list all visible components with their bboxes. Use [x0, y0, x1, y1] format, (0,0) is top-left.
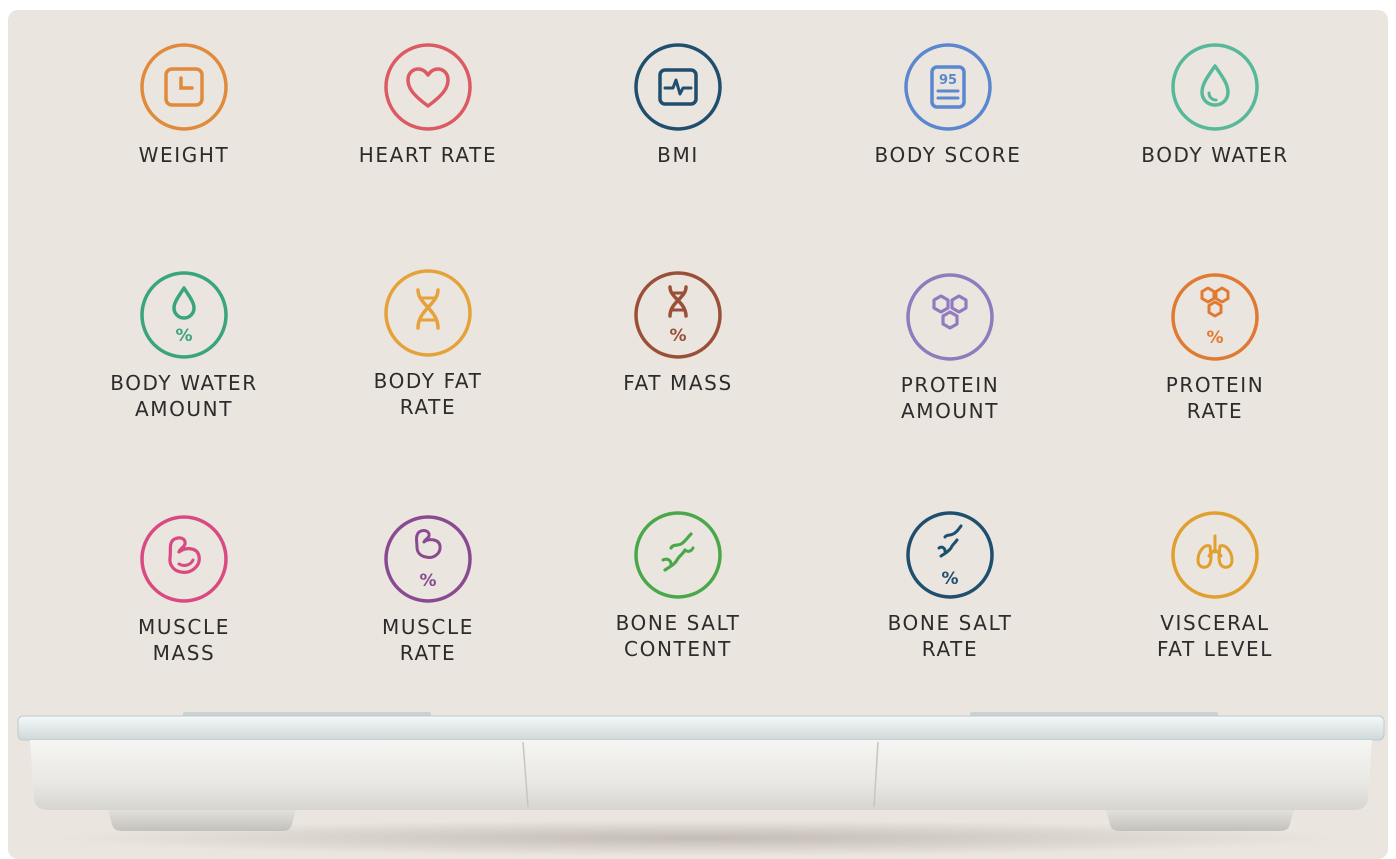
metric-weight: WEIGHT	[64, 42, 304, 168]
metric-visceral-fat-level: VISCERAL FAT LEVEL	[1095, 510, 1335, 662]
metrics-panel: WEIGHT HEART RATE BMI 95 BODY SCORE BODY…	[8, 10, 1388, 859]
percent-sign: %	[419, 571, 436, 591]
metric-label: BONE SALT CONTENT	[615, 611, 741, 661]
percent-sign: %	[1206, 328, 1223, 348]
metric-bone-salt-content: BONE SALT CONTENT	[558, 510, 798, 662]
metric-body-water-amount: % BODY WATER AMOUNT	[64, 270, 304, 422]
percent-sign: %	[941, 569, 958, 589]
metric-protein-rate: % PROTEIN RATE	[1095, 272, 1335, 424]
metric-fat-mass: % FAT MASS	[558, 270, 798, 396]
metric-muscle-rate: % MUSCLE RATE	[308, 514, 548, 666]
metric-label: BMI	[657, 143, 699, 167]
score-clipboard-icon: 95	[904, 43, 992, 131]
metric-label: MUSCLE RATE	[382, 615, 474, 665]
metric-label: BODY SCORE	[874, 143, 1022, 167]
bone-joint-icon	[634, 511, 722, 599]
dna-percent-icon: %	[634, 271, 722, 359]
metric-label: VISCERAL FAT LEVEL	[1156, 611, 1273, 661]
metric-body-water: BODY WATER	[1095, 42, 1335, 168]
lungs-icon	[1171, 511, 1259, 599]
smart-scale-image	[17, 712, 1385, 856]
water-drop-icon	[1171, 43, 1259, 131]
metric-heart-rate: HEART RATE	[308, 42, 548, 168]
metric-bmi: BMI	[558, 42, 798, 168]
metric-protein-amount: PROTEIN AMOUNT	[830, 272, 1070, 424]
metric-bone-salt-rate: % BONE SALT RATE	[830, 510, 1070, 662]
water-drop-percent-icon: %	[140, 271, 228, 359]
metric-muscle-mass: MUSCLE MASS	[64, 514, 304, 666]
bmi-pulse-icon	[634, 43, 722, 131]
metric-label: HEART RATE	[358, 143, 498, 167]
muscle-arm-percent-icon: %	[384, 515, 472, 603]
hexagon-molecule-percent-icon: %	[1171, 273, 1259, 361]
percent-sign: %	[175, 326, 192, 346]
score-value: 95	[939, 73, 957, 88]
metric-label: BONE SALT RATE	[887, 611, 1013, 661]
metric-body-fat-rate: BODY FAT RATE	[308, 268, 548, 420]
metric-label: FAT MASS	[623, 371, 733, 395]
metric-label: BODY WATER AMOUNT	[110, 371, 258, 421]
percent-sign: %	[669, 326, 686, 346]
heart-icon	[384, 43, 472, 131]
metric-label: PROTEIN RATE	[1165, 373, 1265, 423]
metric-label: BODY WATER	[1141, 143, 1289, 167]
bone-joint-percent-icon: %	[906, 511, 994, 599]
dna-icon	[384, 269, 472, 357]
metric-body-score: 95 BODY SCORE	[828, 42, 1068, 168]
metric-label: BODY FAT RATE	[373, 369, 483, 419]
weight-scale-icon	[140, 43, 228, 131]
muscle-arm-icon	[140, 515, 228, 603]
metric-label: PROTEIN AMOUNT	[900, 373, 1000, 423]
metric-label: WEIGHT	[138, 143, 230, 167]
hexagon-molecule-icon	[906, 273, 994, 361]
metric-label: MUSCLE MASS	[138, 615, 230, 665]
